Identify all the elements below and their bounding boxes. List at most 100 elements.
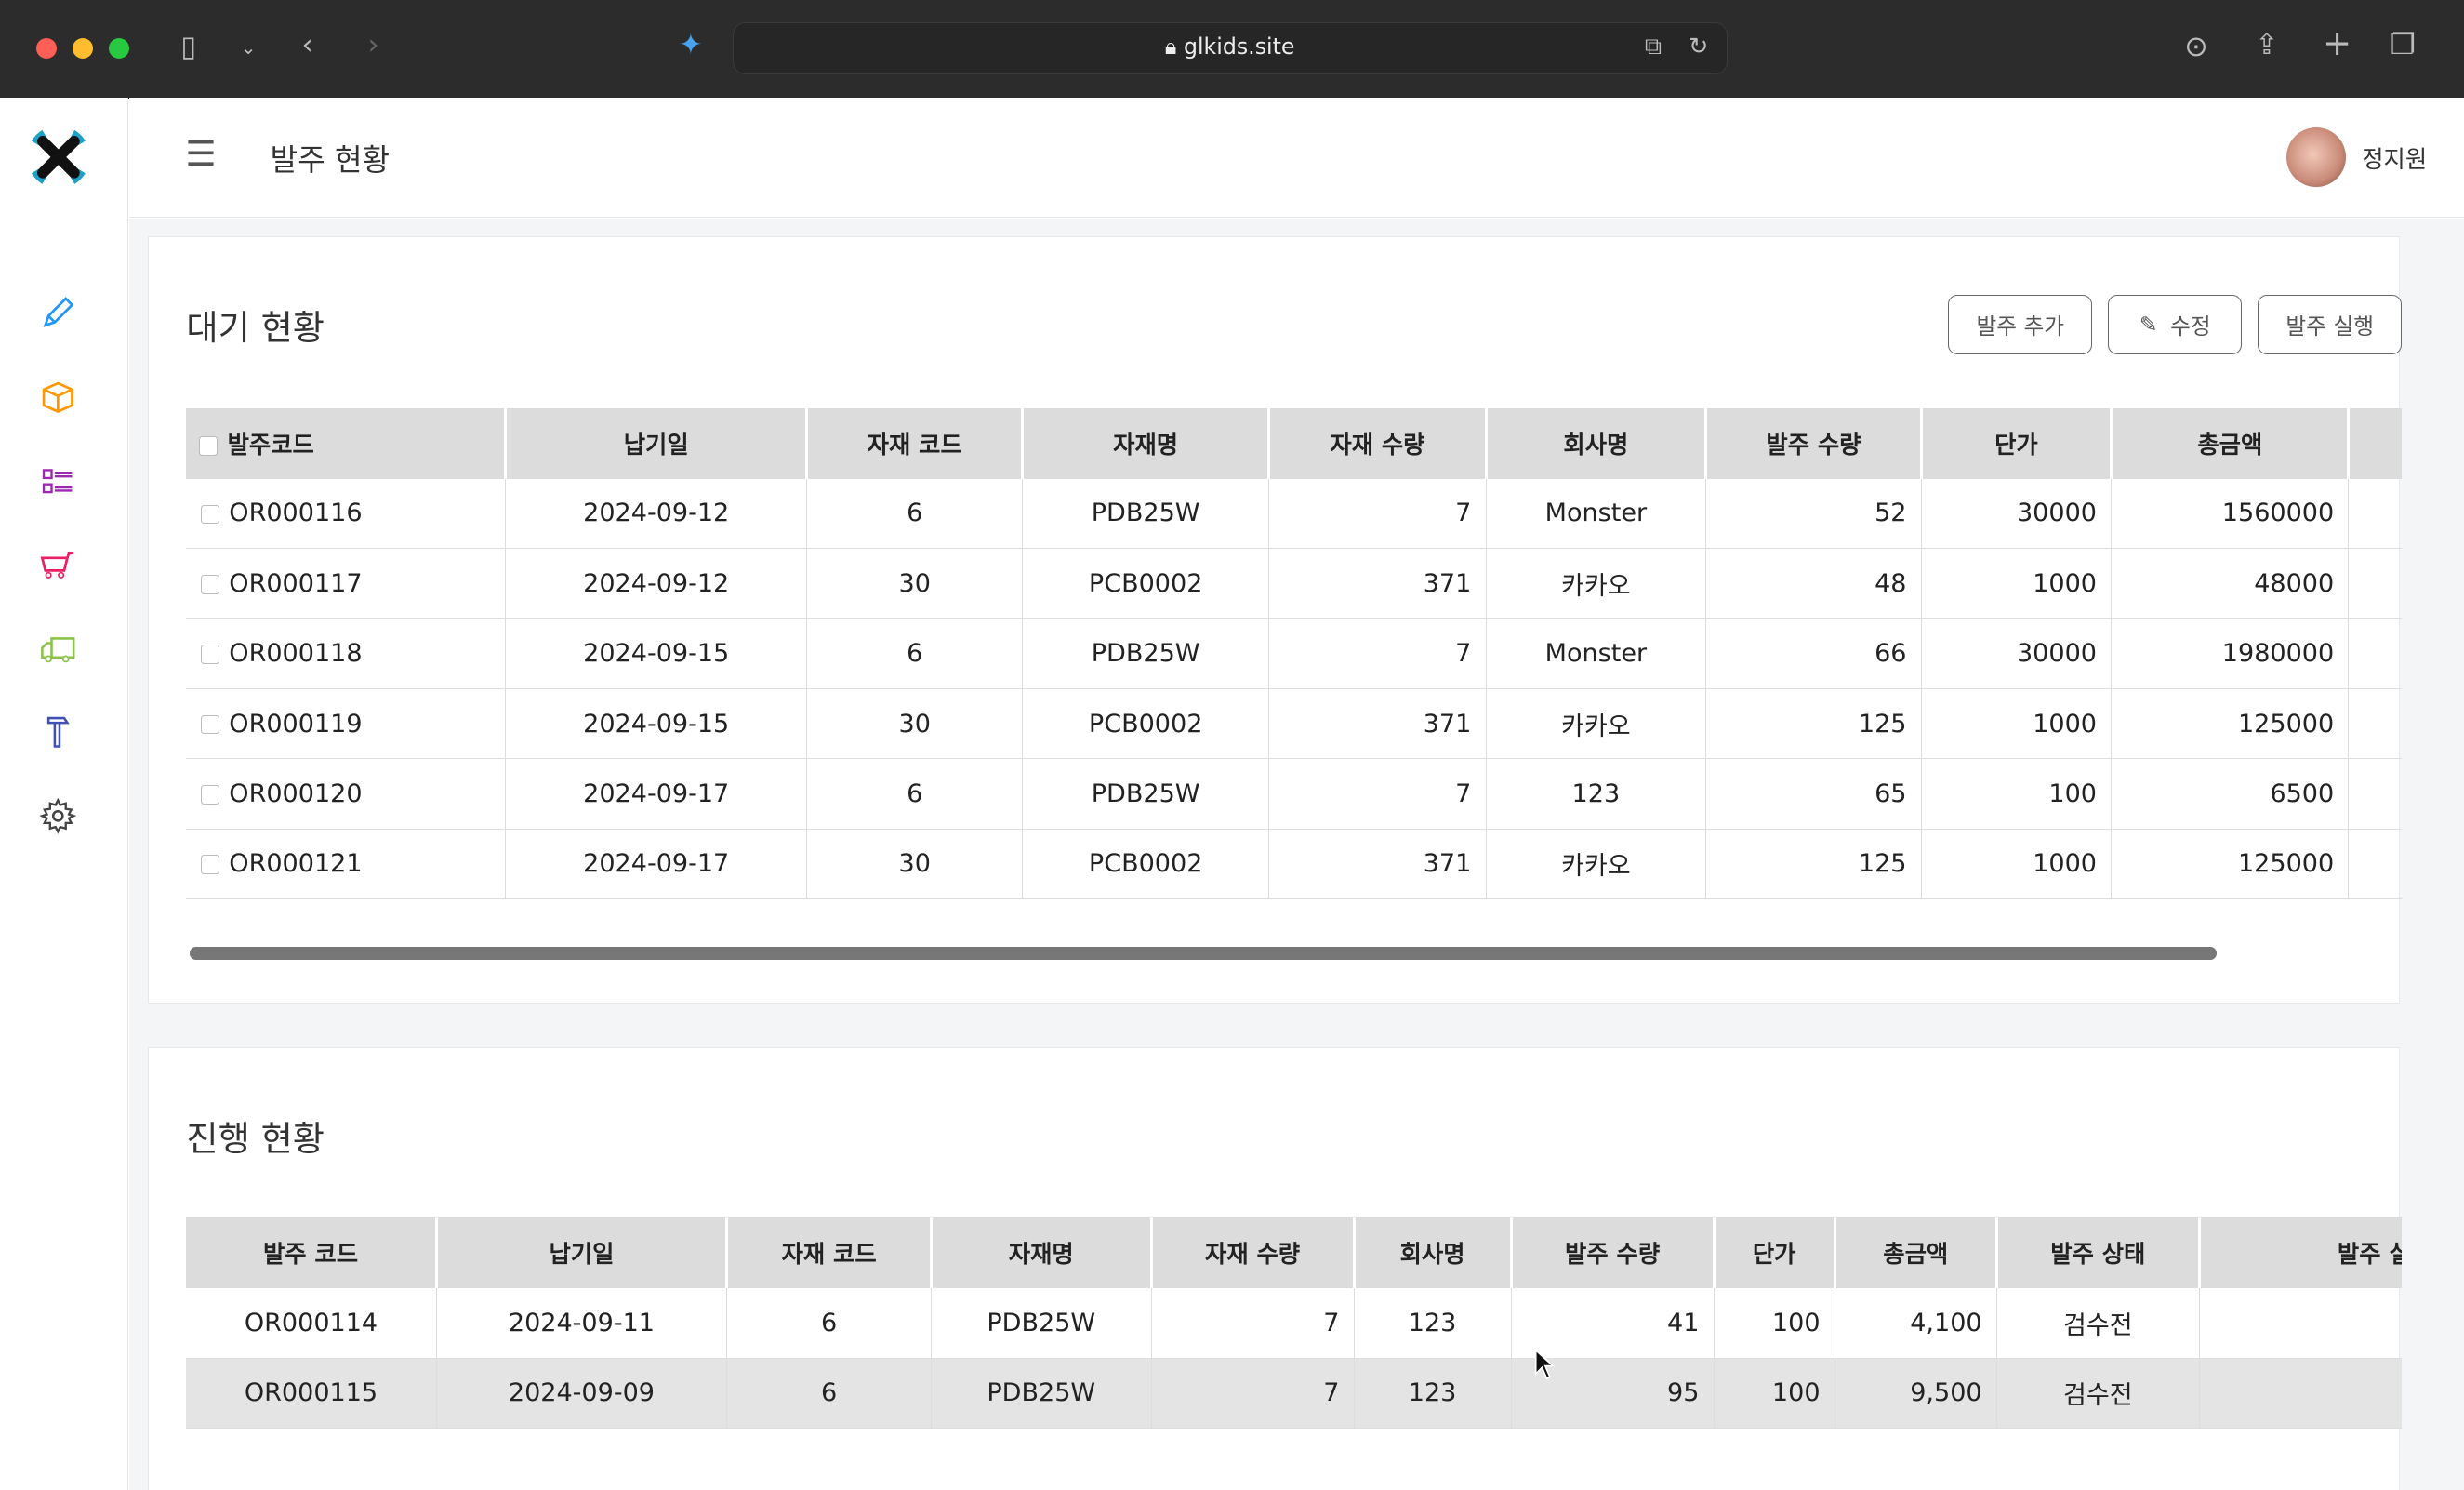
maximize-window-button[interactable]	[108, 37, 129, 59]
row-checkbox[interactable]	[200, 645, 220, 664]
table-row[interactable]: OR000115 2024-09-09 6 PDB25W 7 123 95 100 9,500 검…	[186, 1358, 2403, 1429]
table-cell: PDB25W	[1022, 618, 1270, 689]
row-checkbox[interactable]	[200, 504, 220, 525]
column-header[interactable]: 자재 수량	[1151, 1217, 1356, 1289]
user-avatar[interactable]	[2286, 126, 2347, 188]
column-header[interactable]: 자재 코드	[806, 407, 1024, 479]
gear-icon[interactable]	[39, 797, 77, 835]
cell-value: 125000	[2237, 709, 2335, 738]
row-checkbox[interactable]	[200, 855, 220, 875]
close-window-button[interactable]	[35, 37, 57, 59]
column-header[interactable]: 발주코드	[186, 407, 507, 479]
table-row[interactable]: OR000118 2024-09-15 6 PDB25W 7 Monster 66 30000…	[186, 618, 2403, 689]
truck-icon[interactable]	[39, 631, 77, 669]
reload-icon[interactable]: ↻	[1689, 31, 1708, 62]
edit-button[interactable]: ✎ 수정	[2108, 295, 2243, 355]
share-icon[interactable]: ⇪	[2255, 30, 2278, 61]
column-header[interactable]: 총금액	[2111, 407, 2351, 479]
table-cell: 30000	[1921, 478, 2113, 550]
column-header[interactable]: 단가	[1714, 1217, 1836, 1289]
table-row[interactable]: OR000119 2024-09-15 30 PCB0002 371 카카오 125 1000…	[186, 688, 2403, 760]
column-header[interactable]: 자재 수량	[1268, 407, 1488, 479]
cell-value: 30	[898, 709, 931, 738]
column-header[interactable]: 총금액	[1835, 1217, 1998, 1289]
horizontal-scrollbar[interactable]	[189, 947, 2217, 960]
select-all-checkbox[interactable]	[198, 436, 219, 457]
box-icon[interactable]	[39, 379, 77, 417]
table-row[interactable]: OR000116 2024-09-12 6 PDB25W 7 Monster 52 30000…	[186, 478, 2403, 550]
cell-value: 카카오	[1561, 852, 1631, 882]
address-bar[interactable]: 🔒︎ glkids.site ⧉ ↻	[732, 21, 1728, 74]
table-row[interactable]: OR000117 2024-09-12 30 PCB0002 371 카카오 48 1000 4…	[186, 548, 2403, 619]
cell-value: 30000	[2016, 639, 2097, 669]
list-icon[interactable]	[39, 462, 77, 500]
execute-order-button[interactable]: 발주 실행	[2257, 295, 2403, 355]
cell-value: 1000	[2033, 568, 2097, 598]
table-row[interactable]: OR000114 2024-09-11 6 PDB25W 7 123 41 100 4,100 검…	[186, 1288, 2403, 1359]
cell-value: 371	[1423, 849, 1472, 879]
cell-value: PDB25W	[1091, 778, 1200, 808]
logo-icon[interactable]	[22, 121, 95, 193]
column-header[interactable]	[2348, 407, 2403, 479]
hamburger-menu-icon[interactable]: ☰	[185, 136, 216, 170]
add-order-button[interactable]: 발주 추가	[1948, 295, 2093, 355]
table-cell: 1000	[1921, 548, 2113, 619]
minimize-window-button[interactable]	[72, 37, 93, 59]
chevron-down-icon[interactable]: ⌄	[241, 33, 257, 64]
column-header[interactable]: 발주 수량	[1511, 1217, 1716, 1289]
cell-value: 125	[1858, 849, 1907, 879]
cell-value: 1000	[2033, 709, 2097, 738]
cell-value: OR000118	[229, 639, 363, 669]
cell-value: 1980000	[2221, 639, 2335, 669]
user-name[interactable]: 정지원	[2362, 141, 2427, 175]
cell-value: 2024-09-11	[508, 1308, 655, 1337]
table-row[interactable]: OR000121 2024-09-17 30 PCB0002 371 카카오 125 1000…	[186, 829, 2403, 899]
edit-label: 수정	[2170, 313, 2211, 340]
column-header[interactable]: 회사명	[1354, 1217, 1513, 1289]
cell-value: PDB25W	[987, 1308, 1096, 1337]
hammer-icon[interactable]	[39, 713, 77, 752]
table-cell: 100	[1921, 758, 2113, 830]
column-header[interactable]: 납기일	[505, 407, 809, 479]
column-header[interactable]: 발주 실행일	[2199, 1217, 2403, 1289]
sidebar	[0, 97, 128, 1490]
tabs-overview-icon[interactable]: ❐	[2391, 30, 2416, 61]
table-cell: PCB0002	[1022, 688, 1270, 760]
app-window: ▯ ⌄ ‹ › ✦ 🔒︎ glkids.site ⧉ ↻ ⊙ ⇪ + ❐ ☰ 발…	[0, 0, 2464, 1490]
extension-icon[interactable]: ✦	[679, 30, 702, 61]
cell-value: 2024-09-09	[508, 1378, 655, 1408]
table-cell	[2348, 688, 2403, 760]
sidebar-toggle-icon[interactable]: ▯	[180, 31, 196, 63]
edit-icon: ✎	[2139, 312, 2158, 339]
column-header[interactable]: 발주 수량	[1705, 407, 1923, 479]
download-icon[interactable]: ⊙	[2184, 31, 2207, 63]
table-cell: 9,500	[1835, 1358, 1997, 1429]
table-cell: 100	[1714, 1358, 1835, 1429]
progress-section-title: 진행 현황	[186, 1118, 325, 1160]
column-header[interactable]: 자재 코드	[726, 1217, 933, 1289]
cart-icon[interactable]	[39, 547, 77, 585]
table-cell: 7	[1151, 1358, 1355, 1429]
pencil-icon[interactable]	[39, 294, 77, 332]
column-header[interactable]: 납기일	[436, 1217, 729, 1289]
table-cell: 1000	[1921, 688, 2113, 760]
back-icon[interactable]: ‹	[301, 30, 312, 61]
table-cell	[2348, 548, 2403, 619]
table-cell: OR000117	[186, 548, 506, 619]
forward-icon[interactable]: ›	[367, 30, 378, 61]
row-checkbox[interactable]	[200, 575, 220, 594]
column-header[interactable]: 자재명	[931, 1217, 1153, 1289]
new-tab-icon[interactable]: +	[2323, 26, 2351, 60]
row-checkbox[interactable]	[200, 785, 220, 805]
column-header[interactable]: 자재명	[1022, 407, 1271, 479]
column-header[interactable]: 회사명	[1486, 407, 1708, 479]
column-header[interactable]: 단가	[1921, 407, 2113, 479]
translate-icon[interactable]: ⧉	[1645, 31, 1662, 62]
row-checkbox[interactable]	[200, 714, 220, 735]
cell-value: 100	[2048, 778, 2097, 808]
cell-value: 123	[1571, 778, 1621, 808]
column-header[interactable]: 발주 코드	[186, 1217, 438, 1289]
column-header[interactable]: 발주 상태	[1996, 1217, 2201, 1289]
table-cell: 371	[1268, 688, 1487, 760]
table-row[interactable]: OR000120 2024-09-17 6 PDB25W 7 123 65 100 6500	[186, 758, 2403, 830]
